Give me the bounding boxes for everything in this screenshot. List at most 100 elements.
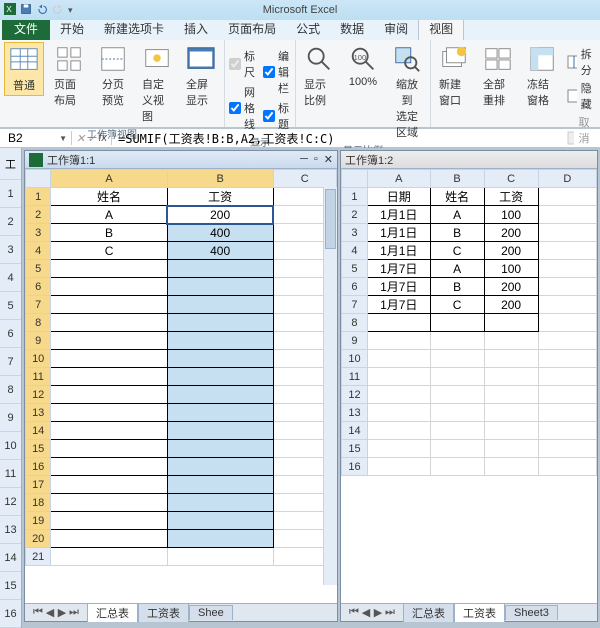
- cell[interactable]: [167, 332, 273, 350]
- sheet-tab[interactable]: 汇总表: [87, 603, 138, 622]
- normal-view-button[interactable]: 普通: [4, 42, 44, 96]
- cell[interactable]: [430, 350, 484, 368]
- cell[interactable]: 200: [484, 242, 538, 260]
- tab-data[interactable]: 数据: [330, 17, 374, 40]
- outer-row-header[interactable]: 12: [0, 488, 21, 516]
- cell[interactable]: [51, 278, 167, 296]
- cell[interactable]: [538, 242, 596, 260]
- tab-formulas[interactable]: 公式: [286, 17, 330, 40]
- row-header[interactable]: 12: [342, 386, 368, 404]
- cell[interactable]: [538, 332, 596, 350]
- cell[interactable]: 200: [484, 224, 538, 242]
- row-header[interactable]: 14: [342, 422, 368, 440]
- cell[interactable]: [484, 332, 538, 350]
- sheet-tab[interactable]: 工资表: [454, 603, 505, 622]
- cell[interactable]: 日期: [367, 188, 430, 206]
- outer-row-header[interactable]: 1: [0, 180, 21, 208]
- confirm-icon[interactable]: ✓: [87, 132, 96, 145]
- tab-nav-last-icon[interactable]: ⏭: [385, 606, 395, 619]
- cell[interactable]: [367, 386, 430, 404]
- cell[interactable]: C: [430, 242, 484, 260]
- row-header[interactable]: 6: [342, 278, 368, 296]
- tab-nav-prev-icon[interactable]: ◀: [45, 606, 55, 619]
- cell[interactable]: [51, 260, 167, 278]
- col-header[interactable]: A: [51, 170, 167, 188]
- cell[interactable]: [51, 548, 167, 566]
- cell[interactable]: C: [51, 242, 167, 260]
- cell[interactable]: A: [430, 206, 484, 224]
- cell[interactable]: [51, 440, 167, 458]
- cell[interactable]: [367, 458, 430, 476]
- name-box[interactable]: B2▼: [0, 131, 72, 145]
- row-header[interactable]: 15: [342, 440, 368, 458]
- sheet-tab[interactable]: Sheet3: [505, 605, 558, 620]
- sheet-tab[interactable]: 工资表: [138, 603, 189, 622]
- row-header[interactable]: 8: [26, 314, 51, 332]
- outer-row-header[interactable]: 4: [0, 264, 21, 292]
- outer-row-header[interactable]: 8: [0, 376, 21, 404]
- cell[interactable]: 姓名: [51, 188, 167, 206]
- zoom-button[interactable]: 显示比例: [300, 42, 338, 110]
- new-window-button[interactable]: 新建窗口: [435, 42, 473, 110]
- headings-checkbox[interactable]: 标题: [263, 100, 291, 132]
- row-header[interactable]: 7: [342, 296, 368, 314]
- cell[interactable]: [538, 404, 596, 422]
- cell[interactable]: [367, 422, 430, 440]
- row-header[interactable]: 5: [342, 260, 368, 278]
- arrange-all-button[interactable]: 全部重排: [479, 42, 517, 110]
- cell[interactable]: [484, 350, 538, 368]
- row-header[interactable]: 6: [26, 278, 51, 296]
- outer-row-header[interactable]: 11: [0, 460, 21, 488]
- cell[interactable]: [484, 458, 538, 476]
- cell[interactable]: 工资: [484, 188, 538, 206]
- save-icon[interactable]: [20, 3, 32, 18]
- row-header[interactable]: 12: [26, 386, 51, 404]
- grid-2[interactable]: ABCD1日期姓名工资21月1日A10031月1日B20041月1日C20051…: [341, 169, 597, 603]
- cell[interactable]: [367, 314, 430, 332]
- outer-row-header[interactable]: 13: [0, 516, 21, 544]
- cell[interactable]: 1月1日: [367, 242, 430, 260]
- row-header[interactable]: 4: [26, 242, 51, 260]
- cell[interactable]: [167, 260, 273, 278]
- cell[interactable]: [484, 422, 538, 440]
- row-header[interactable]: 13: [26, 404, 51, 422]
- grid-1[interactable]: ABC1姓名工资2A2003B4004C40056789101112131415…: [25, 169, 337, 603]
- col-header[interactable]: A: [367, 170, 430, 188]
- cell[interactable]: [484, 314, 538, 332]
- row-header[interactable]: 18: [26, 494, 51, 512]
- row-header[interactable]: 10: [26, 350, 51, 368]
- cell[interactable]: [538, 368, 596, 386]
- cell[interactable]: [538, 458, 596, 476]
- cell[interactable]: [167, 386, 273, 404]
- cell[interactable]: [167, 530, 273, 548]
- row-header[interactable]: 3: [26, 224, 51, 242]
- chevron-down-icon[interactable]: ▼: [59, 134, 67, 143]
- cell[interactable]: [430, 458, 484, 476]
- cell[interactable]: [167, 314, 273, 332]
- cell[interactable]: [167, 278, 273, 296]
- outer-row-header[interactable]: 16: [0, 600, 21, 628]
- row-header[interactable]: 16: [26, 458, 51, 476]
- ruler-checkbox[interactable]: 标尺: [229, 48, 257, 80]
- cancel-icon[interactable]: ✕: [76, 132, 85, 145]
- cell[interactable]: [538, 314, 596, 332]
- row-header[interactable]: 19: [26, 512, 51, 530]
- tab-nav-last-icon[interactable]: ⏭: [69, 606, 79, 619]
- zoom-to-selection-button[interactable]: 缩放到 选定区域: [388, 42, 426, 142]
- fx-icon[interactable]: fx: [98, 132, 107, 144]
- minimize-icon[interactable]: ─: [300, 153, 308, 166]
- cell[interactable]: C: [430, 296, 484, 314]
- outer-row-header[interactable]: 3: [0, 236, 21, 264]
- cell[interactable]: [538, 260, 596, 278]
- outer-row-header[interactable]: 7: [0, 348, 21, 376]
- cell[interactable]: 400: [167, 224, 273, 242]
- row-header[interactable]: 9: [342, 332, 368, 350]
- formula-bar-checkbox[interactable]: 编辑栏: [263, 48, 291, 96]
- row-header[interactable]: 17: [26, 476, 51, 494]
- cell[interactable]: [538, 440, 596, 458]
- cell[interactable]: [430, 404, 484, 422]
- cell[interactable]: 1月7日: [367, 296, 430, 314]
- outer-row-header[interactable]: 14: [0, 544, 21, 572]
- cell[interactable]: 姓名: [430, 188, 484, 206]
- sheet-tab[interactable]: Shee: [189, 605, 233, 620]
